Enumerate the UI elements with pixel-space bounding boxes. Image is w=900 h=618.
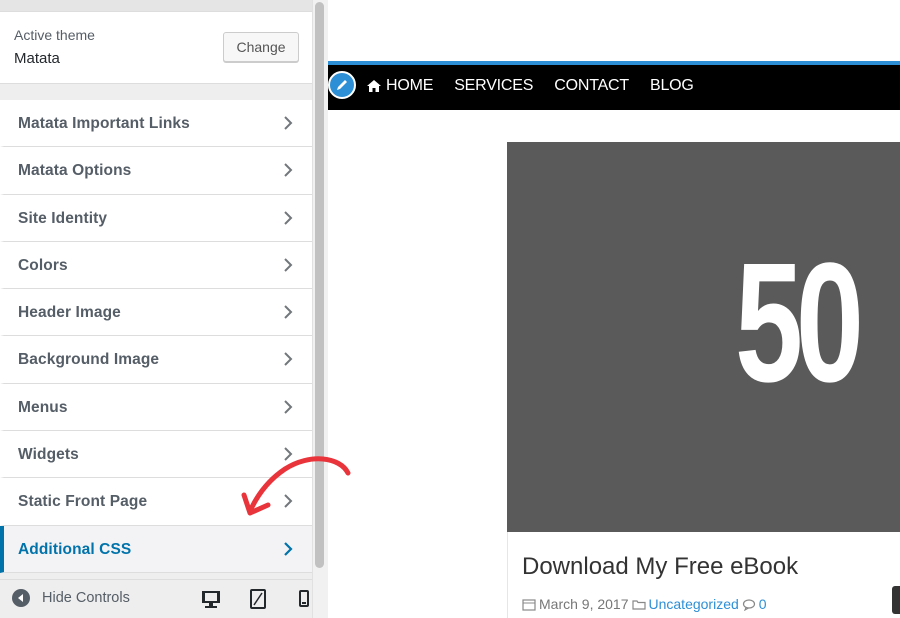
sidebar-header-strip — [0, 0, 312, 12]
folder-icon — [631, 599, 646, 610]
hide-controls-button[interactable]: Hide Controls — [12, 589, 130, 607]
section-label: Menus — [18, 398, 68, 416]
tablet-icon[interactable] — [247, 588, 269, 610]
section-label: Header Image — [18, 304, 121, 322]
hide-controls-label: Hide Controls — [42, 590, 130, 606]
nav-services[interactable]: SERVICES — [454, 77, 533, 95]
section-header-image[interactable]: Header Image — [0, 289, 312, 337]
nav-blog[interactable]: BLOG — [650, 77, 694, 95]
sidebar-scrollbar-thumb[interactable] — [315, 2, 324, 568]
section-label: Widgets — [18, 446, 79, 464]
active-theme-label: Active theme — [14, 27, 95, 43]
post-date: March 9, 2017 — [539, 596, 629, 612]
post-comments-count[interactable]: 0 — [759, 596, 767, 612]
post-category-link[interactable]: Uncategorized — [649, 596, 739, 612]
active-theme-name: Matata — [14, 50, 60, 67]
customizer-footer: Hide Controls — [0, 579, 312, 618]
section-widgets[interactable]: Widgets — [0, 431, 312, 479]
section-label: Site Identity — [18, 209, 108, 227]
post-title[interactable]: Download My Free eBook — [522, 553, 798, 581]
nav-menu: HOME SERVICES CONTACT BLOG — [366, 77, 715, 95]
panel-gap — [0, 84, 312, 100]
section-site-identity[interactable]: Site Identity — [0, 194, 312, 242]
post-featured-image[interactable]: 50 — [507, 142, 900, 532]
chevron-right-icon — [284, 163, 293, 178]
edit-shortcut-pencil-icon[interactable] — [328, 71, 356, 99]
nav-contact[interactable]: CONTACT — [554, 77, 629, 95]
customizer-sidebar: Active theme Matata Change Matata Import… — [0, 0, 312, 618]
section-label: Background Image — [18, 351, 160, 369]
post-meta: March 9, 2017 Uncategorized 0 — [522, 596, 767, 612]
section-label: Matata Options — [18, 162, 132, 180]
chevron-right-icon — [284, 352, 293, 367]
featured-image-text: 50 — [735, 228, 864, 418]
section-label: Static Front Page — [18, 493, 148, 511]
section-label: Matata Important Links — [18, 115, 190, 132]
chevron-right-icon — [284, 258, 293, 272]
calendar-icon — [522, 598, 536, 611]
chevron-right-icon — [284, 494, 293, 509]
section-label: Colors — [18, 256, 68, 274]
home-icon — [367, 80, 381, 92]
desktop-icon[interactable] — [200, 588, 222, 610]
collapse-left-icon — [12, 589, 30, 607]
change-theme-button[interactable]: Change — [223, 32, 299, 62]
section-label: Additional CSS — [18, 540, 132, 558]
floating-widget-edge[interactable] — [892, 586, 900, 614]
chevron-right-icon — [284, 116, 293, 130]
section-matata-options[interactable]: Matata Options — [0, 147, 312, 195]
section-additional-css[interactable]: Additional CSS — [0, 525, 312, 573]
nav-home[interactable]: HOME — [366, 77, 433, 95]
comment-icon — [742, 598, 755, 611]
section-background-image[interactable]: Background Image — [0, 336, 312, 384]
nav-home-label: HOME — [386, 77, 434, 94]
site-preview: HOME SERVICES CONTACT BLOG 50 Download M… — [328, 0, 900, 618]
section-colors[interactable]: Colors — [0, 241, 312, 290]
section-menus[interactable]: Menus — [0, 383, 312, 432]
chevron-right-icon — [284, 210, 293, 225]
customizer-sections: Matata Important Links Matata Options Si… — [0, 100, 312, 573]
site-navigation: HOME SERVICES CONTACT BLOG — [328, 61, 900, 110]
section-matata-important-links[interactable]: Matata Important Links — [0, 100, 312, 148]
chevron-right-icon — [284, 400, 293, 414]
section-static-front-page[interactable]: Static Front Page — [0, 478, 312, 526]
chevron-right-icon — [284, 541, 293, 556]
chevron-right-icon — [284, 447, 293, 461]
active-theme-panel: Active theme Matata Change — [0, 12, 312, 84]
chevron-right-icon — [284, 305, 293, 319]
